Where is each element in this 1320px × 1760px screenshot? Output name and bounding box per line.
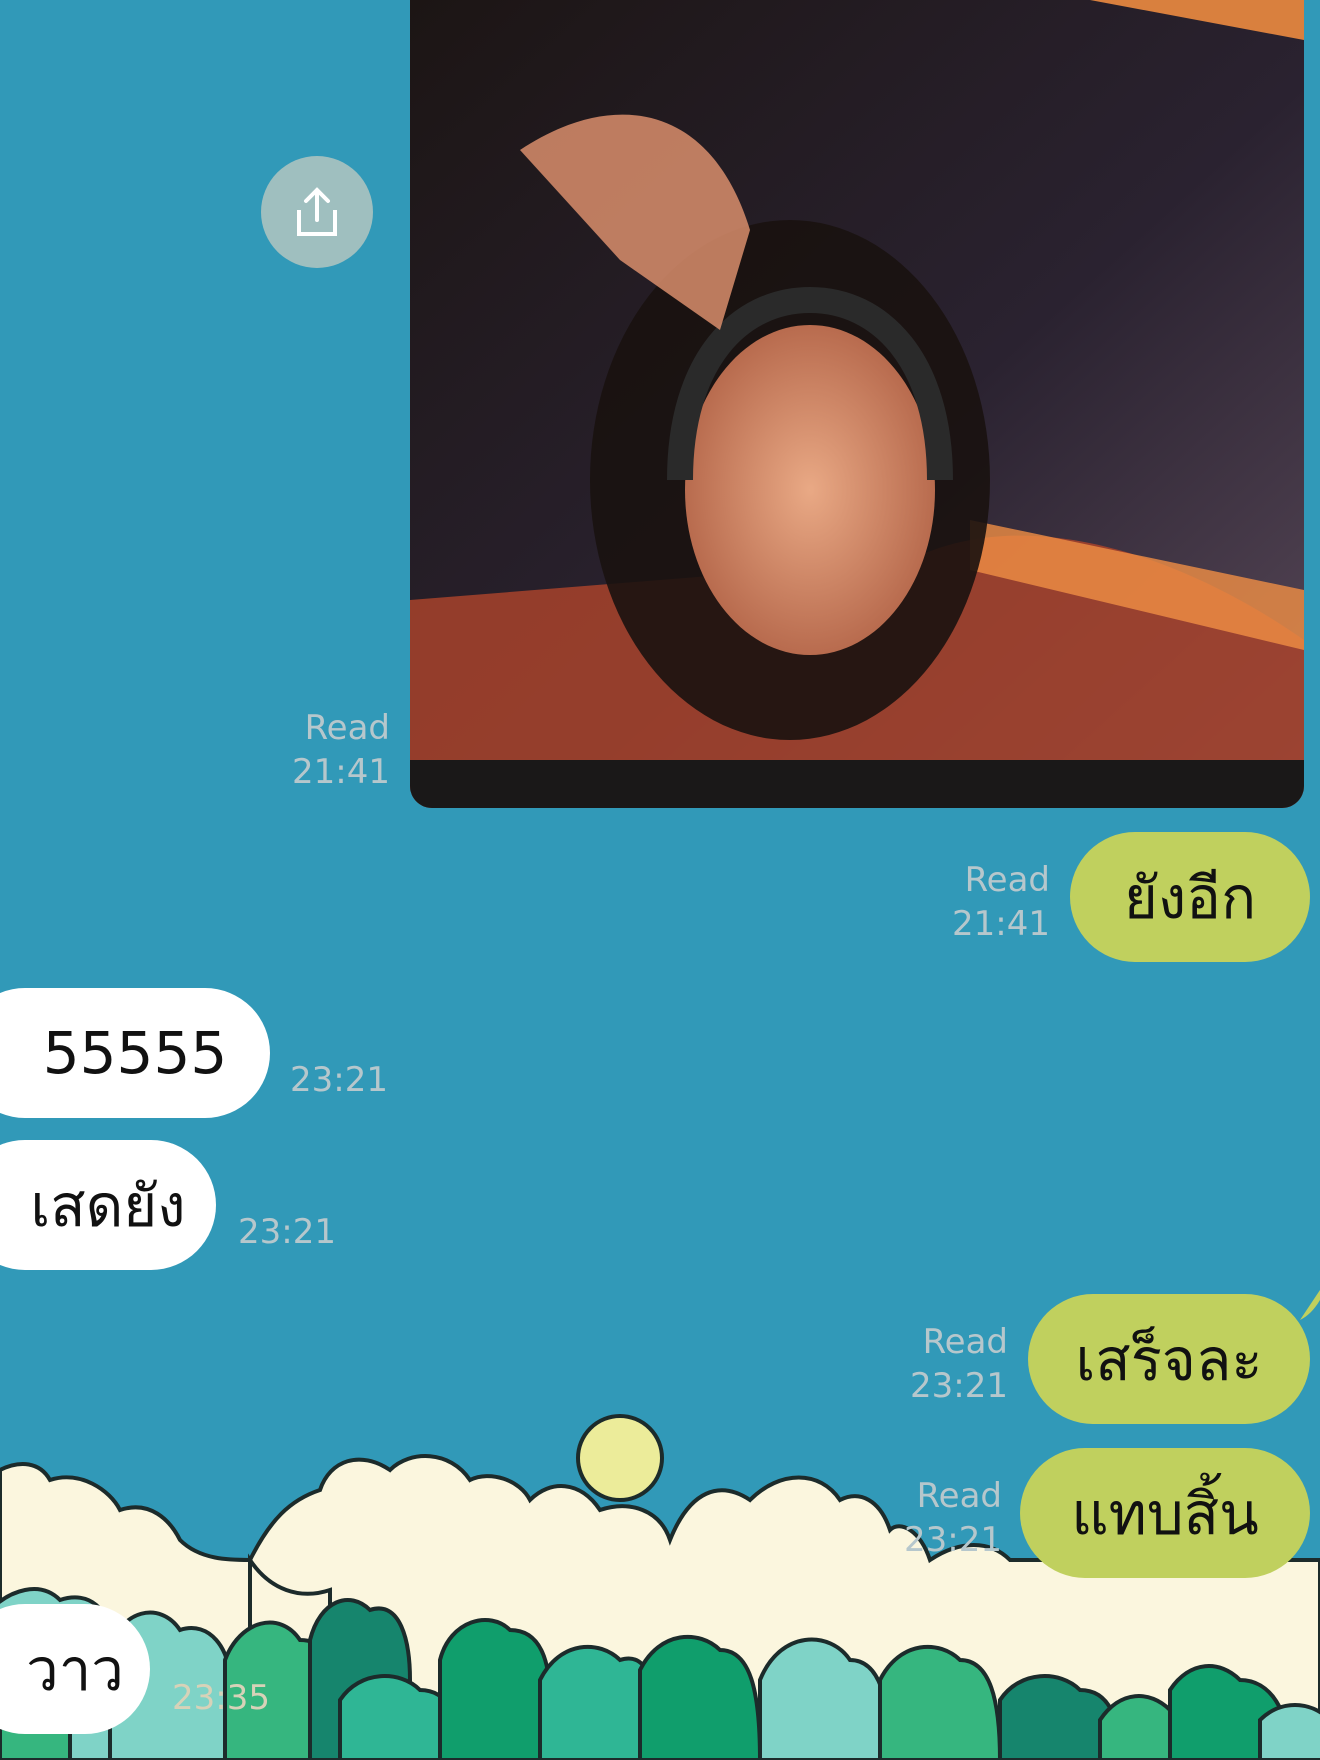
photo-message[interactable] [410,0,1304,808]
sun-decoration [576,1414,664,1502]
message-time: 23:21 [290,1060,388,1100]
read-receipt: Read 21:41 [292,708,390,792]
read-receipt: Read 23:21 [904,1476,1002,1560]
message-bubble-outgoing[interactable]: ยังอีก [1070,832,1310,962]
photo-image [410,0,1304,808]
message-text: วาว [26,1635,124,1704]
message-text: เสดยัง [30,1171,186,1240]
share-button[interactable] [261,156,373,268]
message-bubble-outgoing[interactable]: แทบสิ้น [1020,1448,1310,1578]
message-time: 23:35 [172,1678,270,1718]
message-bubble-outgoing[interactable]: เสร็จละ [1028,1294,1310,1424]
message-bubble-incoming[interactable]: วาว [0,1604,150,1734]
read-receipt: Read 21:41 [952,860,1050,944]
read-receipt: Read 23:21 [910,1322,1008,1406]
message-bubble-incoming[interactable]: เสดยัง [0,1140,216,1270]
share-up-arrow-icon [297,187,337,236]
message-text: 55555 [42,1019,228,1087]
message-text: แทบสิ้น [1071,1479,1259,1548]
message-text: ยังอีก [1123,863,1257,932]
bubble-tail [1300,1290,1320,1320]
message-time: 23:21 [238,1212,336,1252]
message-text: เสร็จละ [1075,1325,1263,1394]
chat-view[interactable]: Read 21:41 Read 21:41 ยังอีก 55555 23:21… [0,0,1320,1760]
message-bubble-incoming[interactable]: 55555 [0,988,270,1118]
